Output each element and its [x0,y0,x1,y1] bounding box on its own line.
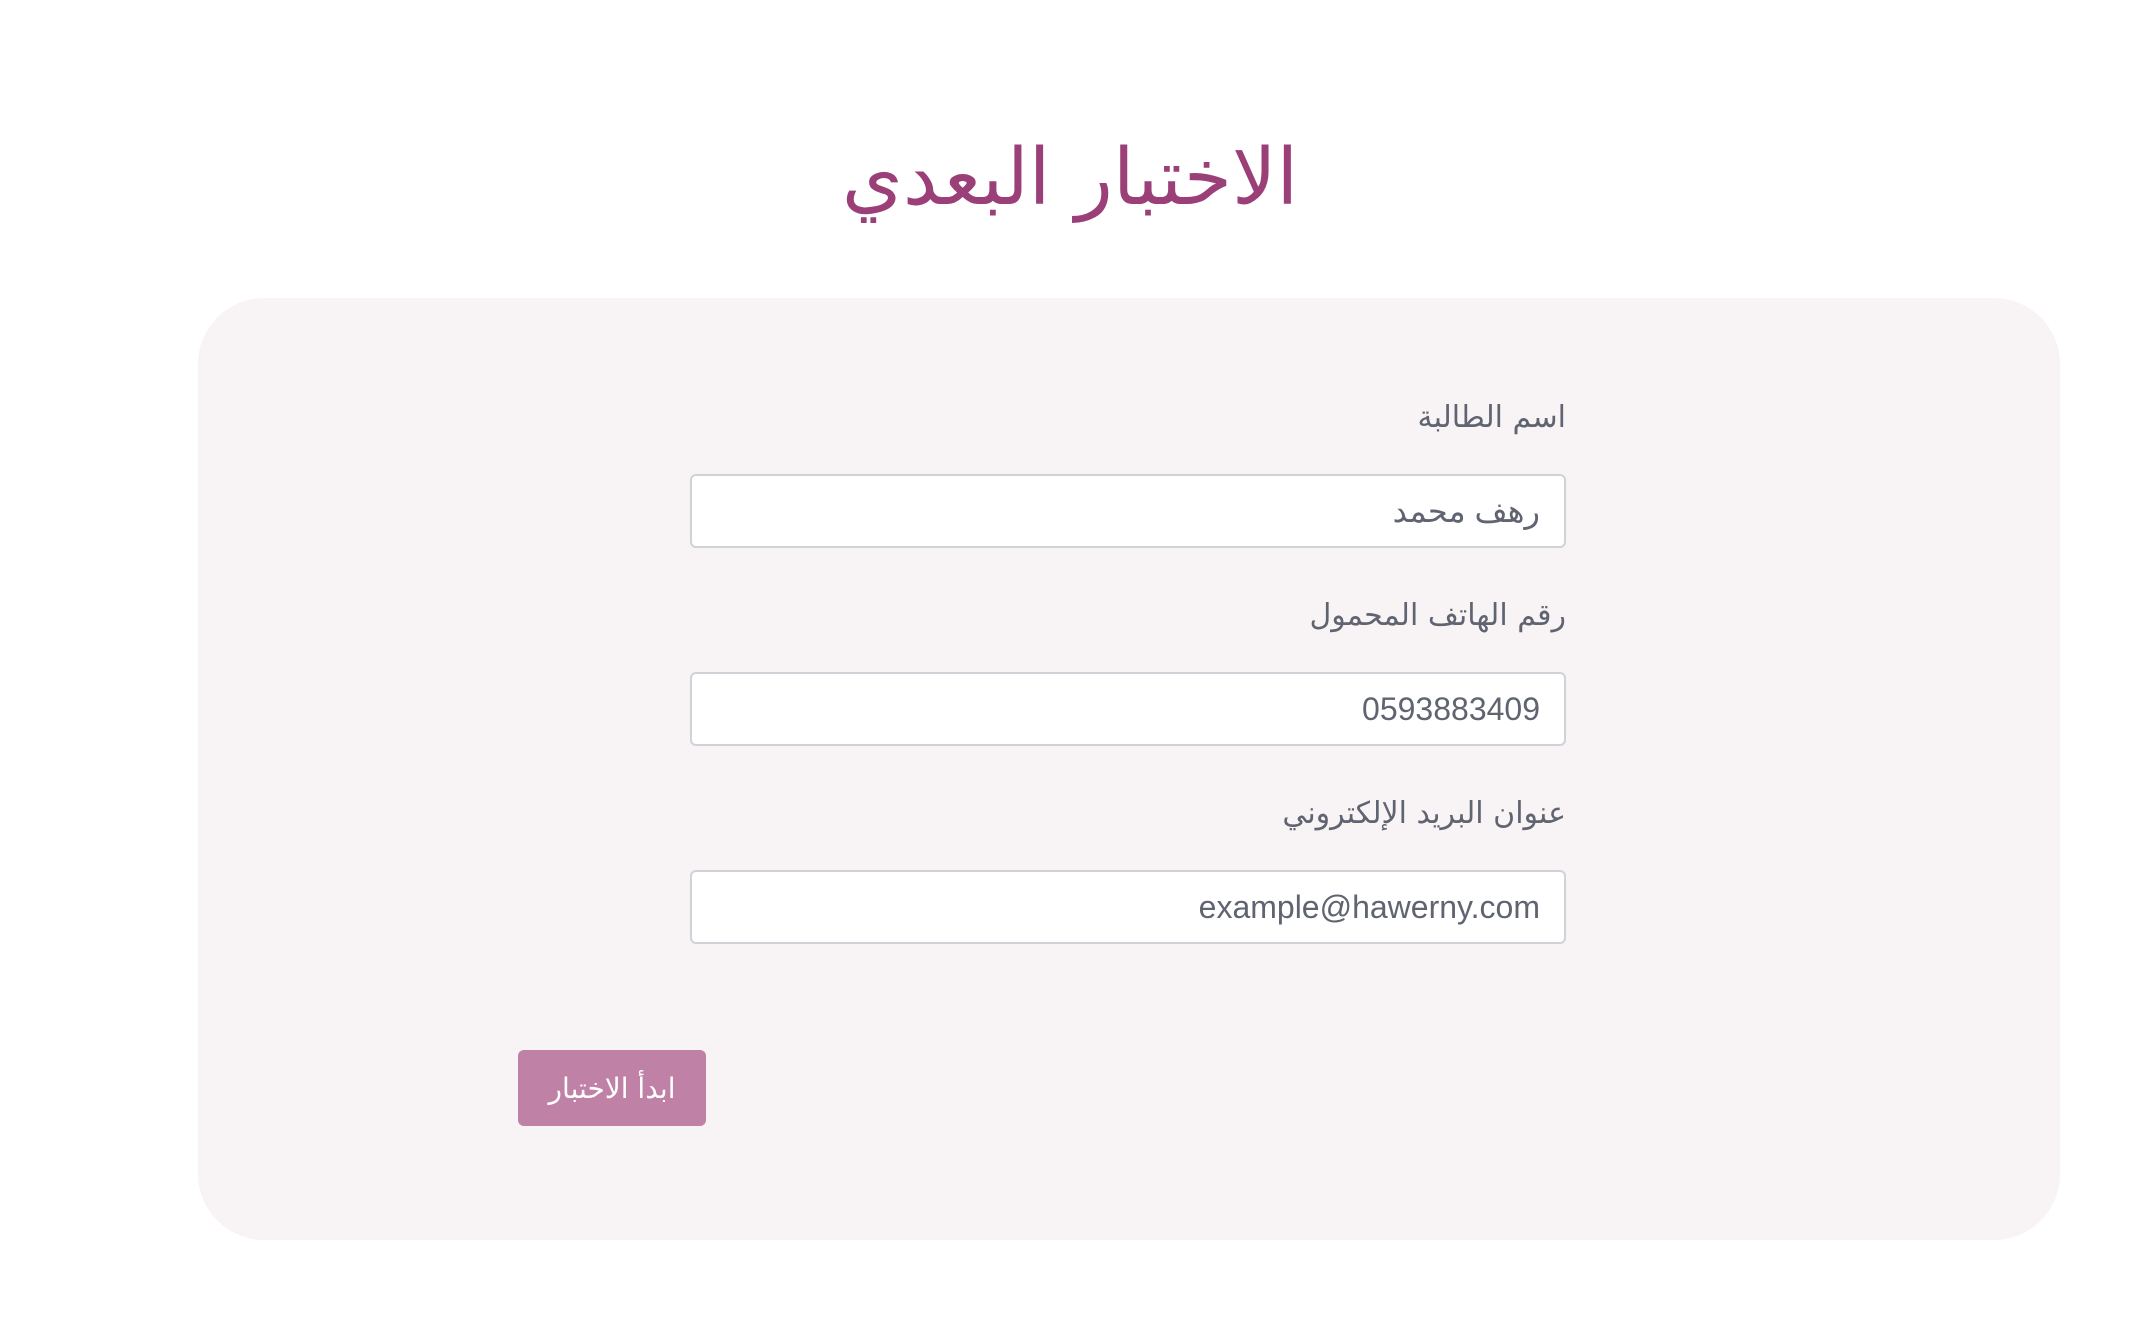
page-title: الاختبار البعدي [841,133,1299,223]
student-name-label: اسم الطالبة [1417,400,1566,435]
student-name-input[interactable] [690,474,1566,548]
email-input[interactable] [690,870,1566,944]
mobile-number-input[interactable] [690,672,1566,746]
mobile-number-label: رقم الهاتف المحمول [1309,598,1566,633]
form-card: اسم الطالبة رقم الهاتف المحمول عنوان الب… [198,298,2060,1240]
email-label: عنوان البريد الإلكتروني [1282,796,1566,831]
start-test-button[interactable]: ابدأ الاختبار [518,1050,706,1126]
